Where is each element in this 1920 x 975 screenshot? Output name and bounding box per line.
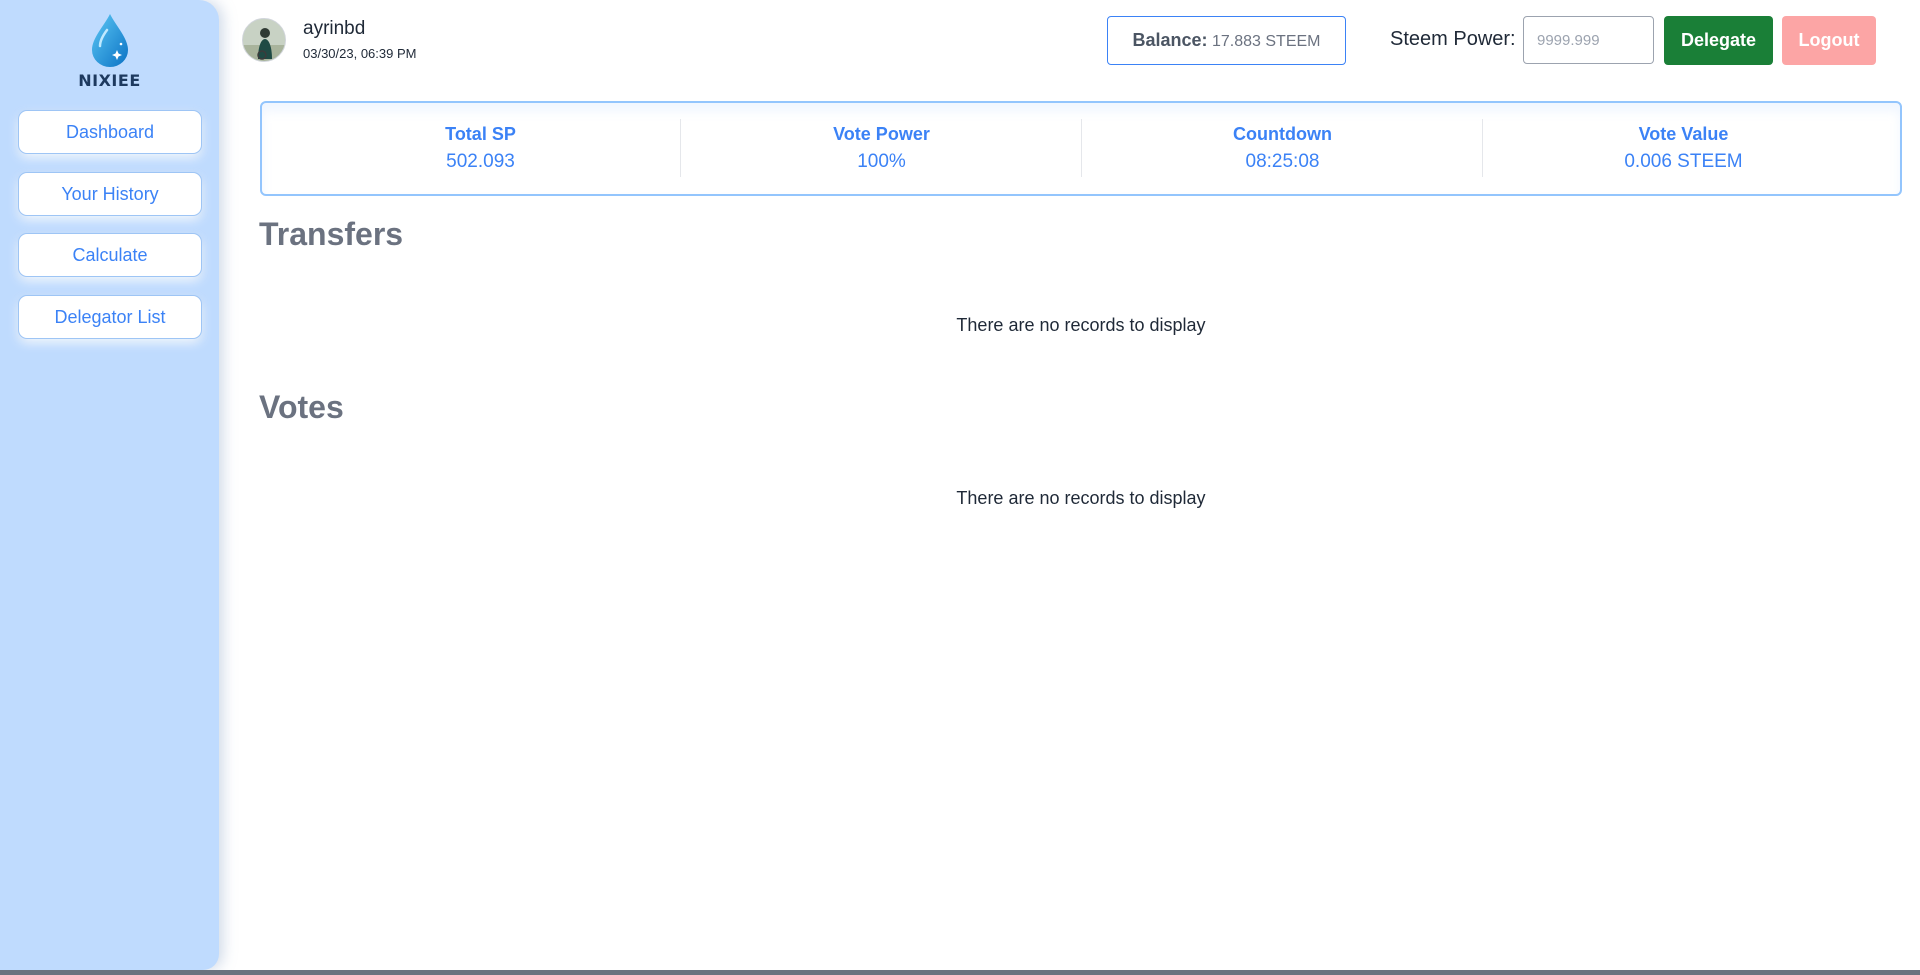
username: ayrinbd	[303, 18, 366, 39]
stats-card: Total SP 502.093 Vote Power 100% Countdo…	[260, 101, 1902, 196]
sidebar-item-calculate[interactable]: Calculate	[18, 233, 202, 277]
stat-vote-value: Vote Value 0.006 STEEM	[1483, 103, 1884, 194]
stat-title: Total SP	[445, 124, 516, 144]
stat-title: Vote Value	[1638, 124, 1729, 144]
avatar[interactable]	[242, 18, 286, 62]
steem-power-input[interactable]	[1523, 16, 1654, 64]
stat-vote-power: Vote Power 100%	[681, 103, 1082, 194]
stat-value: 08:25:08	[1245, 151, 1320, 172]
stat-title: Countdown	[1233, 124, 1332, 144]
steem-power-label: Steem Power:	[1390, 28, 1516, 50]
stat-value: 0.006 STEEM	[1624, 151, 1743, 172]
transfers-empty-message: There are no records to display	[956, 315, 1206, 335]
logout-button[interactable]: Logout	[1782, 16, 1876, 65]
votes-empty-message: There are no records to display	[956, 488, 1206, 508]
transfers-heading: Transfers	[259, 216, 404, 252]
login-timestamp: 03/30/23, 06:39 PM	[303, 46, 417, 61]
stat-value: 100%	[857, 151, 906, 172]
stat-value: 502.093	[446, 151, 515, 172]
top-bar: ayrinbd 03/30/23, 06:39 PM Balance: 17.8…	[0, 0, 1920, 80]
balance-label: Balance:	[1132, 30, 1208, 50]
sidebar-item-dashboard[interactable]: Dashboard	[18, 110, 202, 154]
votes-heading: Votes	[259, 389, 344, 425]
sidebar-item-your-history[interactable]: Your History	[18, 172, 202, 216]
stat-countdown: Countdown 08:25:08	[1082, 103, 1483, 194]
stat-title: Vote Power	[833, 124, 930, 144]
sidebar-item-delegator-list[interactable]: Delegator List	[18, 295, 202, 339]
delegate-button[interactable]: Delegate	[1664, 16, 1773, 65]
balance-display: Balance: 17.883 STEEM	[1107, 16, 1346, 65]
window-bottom-edge	[0, 970, 1920, 975]
stat-total-sp: Total SP 502.093	[280, 103, 681, 194]
user-avatar-image	[243, 19, 285, 61]
sidebar: NIXIEE Dashboard Your History Calculate …	[0, 0, 219, 970]
balance-value: 17.883 STEEM	[1212, 33, 1321, 50]
